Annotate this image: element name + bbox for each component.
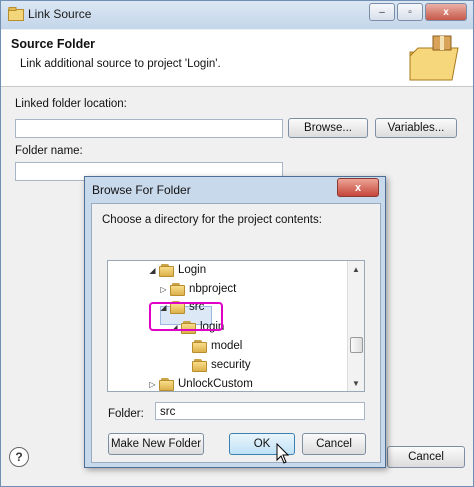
folder-field-label: Folder: bbox=[108, 408, 144, 420]
window-title: Link Source bbox=[28, 7, 92, 21]
page-title: Source Folder bbox=[11, 37, 96, 51]
folder-icon bbox=[192, 358, 207, 372]
folder-name-label: Folder name: bbox=[15, 145, 83, 157]
dialog-body: Choose a directory for the project conte… bbox=[91, 203, 381, 463]
mouse-cursor-icon bbox=[276, 443, 290, 464]
tree-node-label: Login bbox=[178, 264, 207, 276]
dialog-title: Browse For Folder bbox=[92, 183, 191, 197]
help-icon[interactable]: ? bbox=[9, 447, 29, 467]
tree-node-nbproject[interactable]: ▷ nbproject bbox=[159, 280, 236, 298]
dialog-cancel-button[interactable]: Cancel bbox=[302, 433, 366, 455]
tree-node-label: model bbox=[211, 340, 243, 352]
linked-location-label: Linked folder location: bbox=[15, 98, 127, 110]
folder-icon bbox=[159, 377, 174, 391]
browse-button[interactable]: Browse... bbox=[288, 118, 368, 138]
close-button[interactable]: x bbox=[425, 3, 467, 21]
tree-node-unlockcustom[interactable]: ▷ UnlockCustom bbox=[148, 375, 253, 391]
page-description: Link additional source to project 'Login… bbox=[20, 58, 221, 70]
scroll-down-icon[interactable]: ▼ bbox=[348, 375, 364, 391]
linked-location-input[interactable] bbox=[15, 119, 283, 138]
wizard-cancel-button[interactable]: Cancel bbox=[387, 446, 465, 468]
tree-node-label: security bbox=[211, 359, 251, 371]
tree-node-label: nbproject bbox=[189, 283, 237, 295]
make-new-folder-button[interactable]: Make New Folder bbox=[108, 433, 204, 455]
folder-tree[interactable]: ◢ Login ▷ nbproject ◢ src ◢ login model … bbox=[107, 260, 365, 392]
browse-for-folder-dialog: Browse For Folder x Choose a directory f… bbox=[84, 176, 386, 468]
maximize-button[interactable]: ▫ bbox=[397, 3, 423, 21]
expanded-icon[interactable]: ◢ bbox=[148, 266, 157, 275]
tree-node-label: UnlockCustom bbox=[178, 378, 253, 390]
wizard-header: Source Folder Link additional source to … bbox=[1, 30, 473, 87]
folder-icon bbox=[159, 263, 174, 277]
collapsed-icon[interactable]: ▷ bbox=[148, 380, 157, 389]
source-folder-icon bbox=[409, 35, 459, 81]
tree-node-security[interactable]: security bbox=[181, 356, 251, 374]
folder-field-input[interactable]: src bbox=[155, 402, 365, 420]
dialog-close-button[interactable]: x bbox=[337, 178, 379, 197]
folder-icon bbox=[170, 282, 185, 296]
tree-node-model[interactable]: model bbox=[181, 337, 242, 355]
link-source-icon bbox=[8, 7, 24, 21]
scroll-up-icon[interactable]: ▲ bbox=[348, 261, 364, 277]
variables-button[interactable]: Variables... bbox=[375, 118, 457, 138]
tree-scrollbar[interactable]: ▲ ▼ bbox=[347, 261, 364, 391]
folder-icon bbox=[192, 339, 207, 353]
annotation-highlight-box bbox=[149, 302, 223, 331]
scroll-thumb[interactable] bbox=[350, 337, 363, 353]
title-bar[interactable]: Link Source – ▫ x bbox=[1, 1, 473, 29]
dialog-instruction: Choose a directory for the project conte… bbox=[102, 214, 322, 226]
tree-node-login-project[interactable]: ◢ Login bbox=[148, 261, 206, 279]
collapsed-icon[interactable]: ▷ bbox=[159, 285, 168, 294]
minimize-button[interactable]: – bbox=[369, 3, 395, 21]
